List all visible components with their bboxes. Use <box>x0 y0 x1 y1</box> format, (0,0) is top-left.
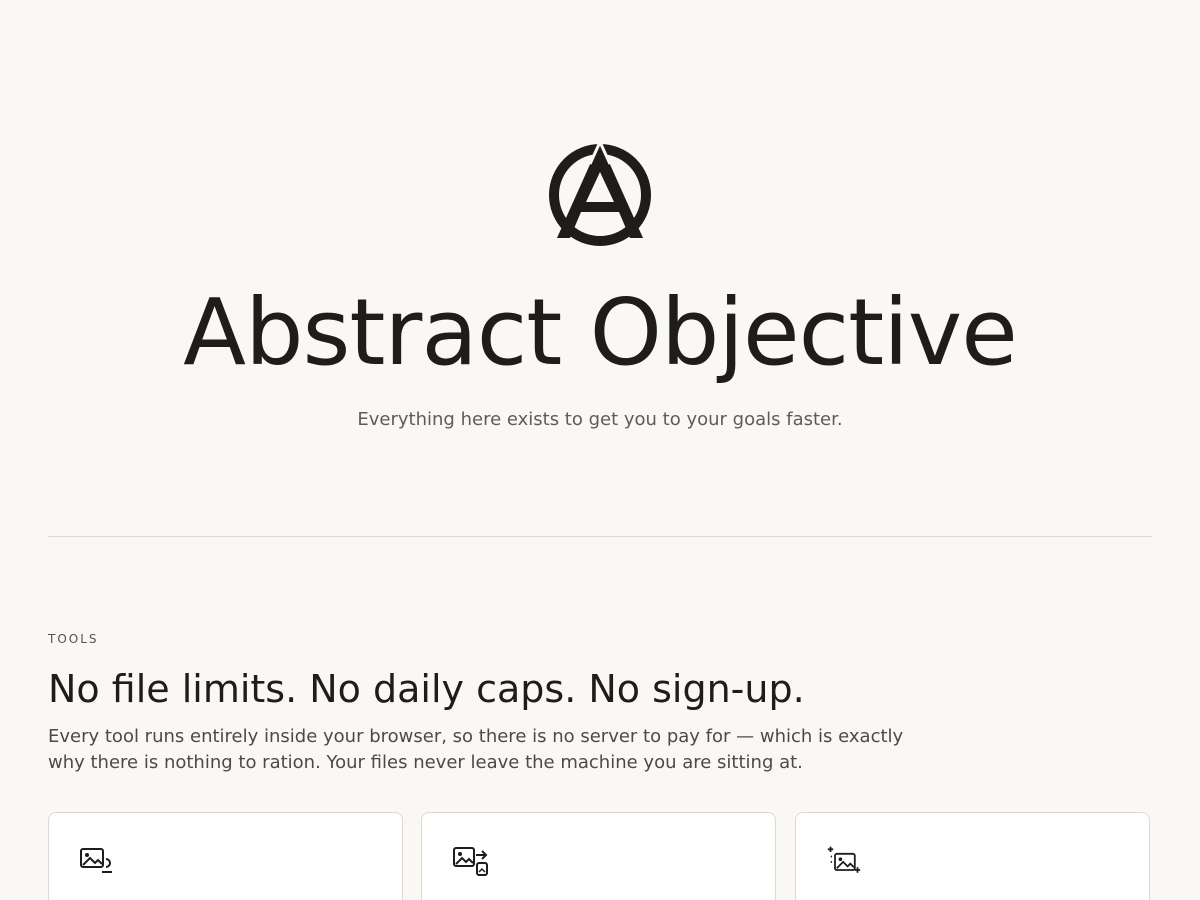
tool-cards <box>48 812 1152 900</box>
tools-eyebrow: TOOLS <box>48 632 99 646</box>
image-upscale-icon <box>827 846 861 873</box>
tools-heading: No file limits. No daily caps. No sign-u… <box>48 667 805 711</box>
image-compress-icon <box>80 848 112 873</box>
tool-card-upscale[interactable] <box>795 812 1150 900</box>
page: Abstract Objective Everything here exist… <box>0 0 1200 900</box>
section-divider <box>48 536 1152 537</box>
image-convert-icon <box>453 847 488 876</box>
anarchy-circle-a-logo <box>549 142 651 246</box>
site-title: Abstract Objective <box>183 279 1018 386</box>
tool-card-compress[interactable] <box>48 812 403 900</box>
tools-description: Every tool runs entirely inside your bro… <box>48 726 904 773</box>
site-tagline: Everything here exists to get you to you… <box>357 409 843 430</box>
tool-card-convert[interactable] <box>421 812 776 900</box>
